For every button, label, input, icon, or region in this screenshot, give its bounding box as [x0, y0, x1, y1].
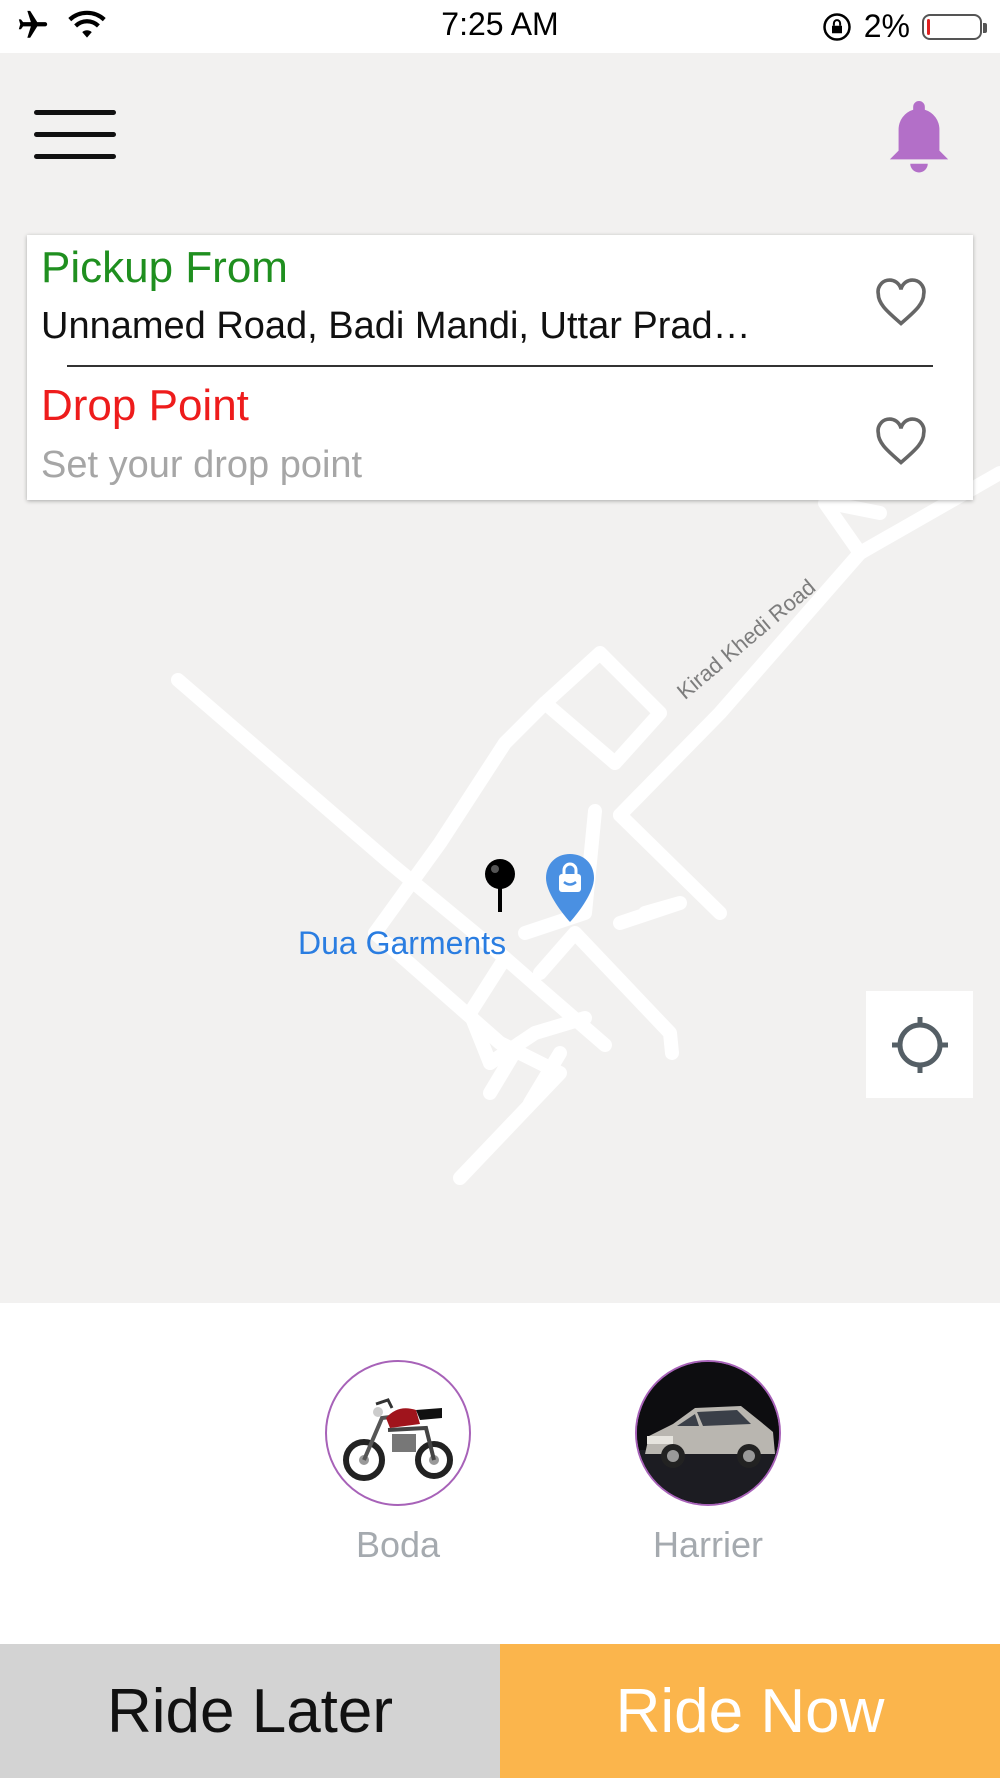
motorcycle-icon [343, 1398, 453, 1481]
menu-line [34, 132, 116, 137]
status-bar: 7:25 AM 2% [0, 0, 1000, 53]
place-label[interactable]: Dua Garments [298, 925, 506, 962]
vehicle-label: Boda [355, 1524, 441, 1565]
vehicle-label: Harrier [652, 1524, 763, 1565]
battery-percent: 2% [863, 8, 910, 44]
battery-level [927, 18, 930, 35]
address-card: Pickup From Unnamed Road, Badi Mandi, Ut… [27, 235, 973, 500]
ride-later-button[interactable]: Ride Later [0, 1644, 500, 1778]
drop-title: Drop Point [41, 381, 249, 430]
menu-line [34, 154, 116, 159]
menu-line [34, 110, 116, 115]
rotation-lock-icon [823, 12, 851, 41]
status-right-icons: 2% [822, 8, 987, 45]
shopping-bag-pin-icon[interactable] [544, 852, 596, 924]
pickup-title: Pickup From [41, 243, 288, 292]
hamburger-menu-icon[interactable] [34, 108, 118, 162]
vehicle-option-harrier[interactable]: Harrier [633, 1360, 783, 1566]
crosshair-locate-icon [891, 1016, 948, 1073]
drop-point-input[interactable] [41, 441, 821, 489]
locate-me-button[interactable] [866, 991, 973, 1098]
battery-icon [922, 13, 987, 40]
drop-favorite-heart-icon[interactable] [873, 417, 929, 467]
ride-now-button[interactable]: Ride Now [500, 1644, 1000, 1778]
pickup-favorite-heart-icon[interactable] [873, 278, 929, 328]
car-icon [637, 1362, 779, 1504]
vehicle-option-boda[interactable]: Boda [323, 1360, 473, 1566]
vehicle-image-circle [635, 1360, 781, 1506]
pickup-address-field[interactable]: Unnamed Road, Badi Mandi, Uttar Prad… [41, 305, 861, 348]
location-pin-icon [485, 859, 515, 912]
vehicle-image-circle [325, 1360, 471, 1506]
bell-icon[interactable] [884, 98, 954, 174]
card-divider [67, 365, 933, 367]
vehicle-panel: Boda Harrier [0, 1303, 1000, 1644]
